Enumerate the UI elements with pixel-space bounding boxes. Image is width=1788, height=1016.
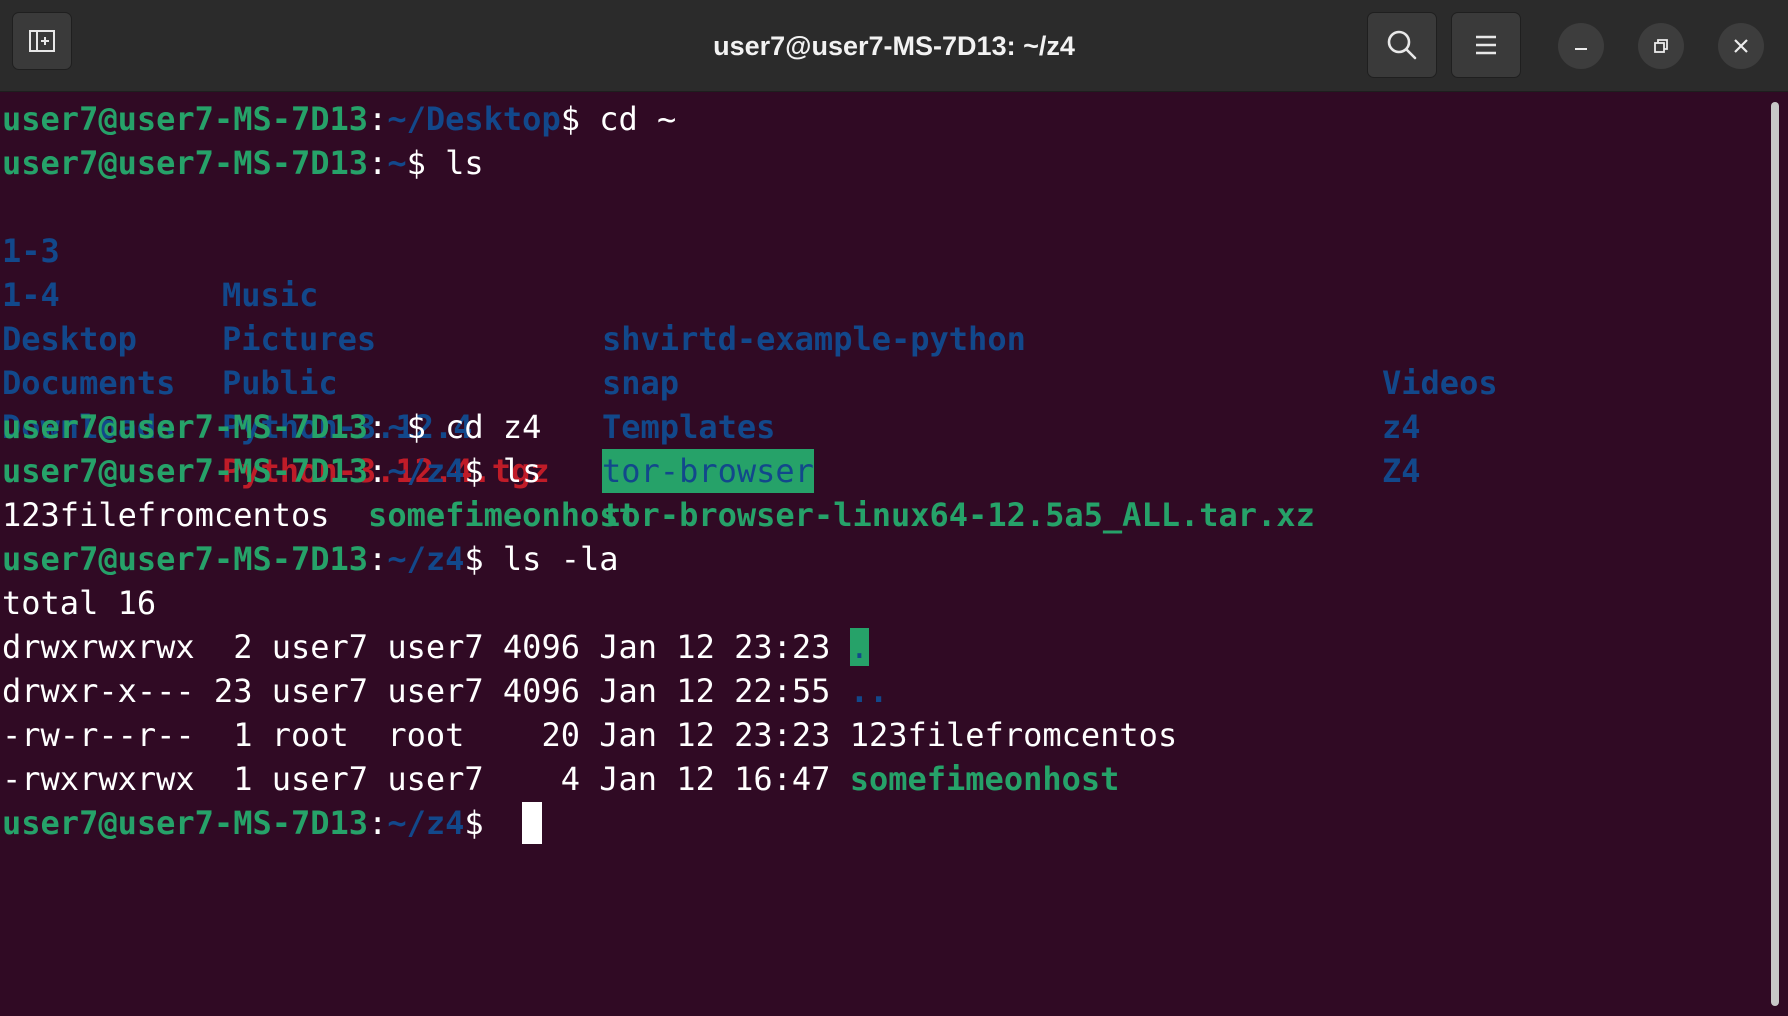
prompt-line: user7@user7-MS-7D13:~$ ls xyxy=(2,144,484,182)
executable-entry: somefimeonhost xyxy=(849,760,1120,798)
scrollbar[interactable] xyxy=(1766,92,1788,1016)
dir-entry-highlighted: . xyxy=(849,628,869,666)
prompt-line: user7@user7-MS-7D13:~/z4$ ls xyxy=(2,452,542,490)
hamburger-menu-icon xyxy=(1476,35,1496,55)
prompt-line: user7@user7-MS-7D13:~/z4$ ls -la xyxy=(2,540,619,578)
close-button[interactable] xyxy=(1718,23,1764,69)
dir-entry: shvirtd-example-python xyxy=(602,320,1026,358)
prompt-user-host: user7@user7-MS-7D13 xyxy=(2,804,369,842)
command-text: cd z4 xyxy=(425,408,542,446)
scrollbar-thumb[interactable] xyxy=(1771,102,1779,1006)
dir-entry: Videos xyxy=(1382,364,1498,402)
dir-entry: Music xyxy=(222,276,319,314)
minimize-button[interactable] xyxy=(1558,23,1604,69)
prompt-user-host: user7@user7-MS-7D13 xyxy=(2,408,369,446)
minimize-icon xyxy=(1575,48,1587,50)
ls-row: 123filefromcentos somefimeonhost xyxy=(2,493,638,537)
dir-entry-highlighted: tor-browser xyxy=(602,449,814,493)
prompt-path: ~/Desktop xyxy=(387,100,561,138)
ls-la-row: drwxr-x--- 23 user7 user7 4096 Jan 12 22… xyxy=(2,672,889,710)
dir-entry: Z4 xyxy=(1382,452,1421,490)
command-text: ls xyxy=(425,144,484,182)
ls-row: Documents Python-3.12.4 tor-browser xyxy=(2,317,814,493)
dir-entry: .. xyxy=(849,672,889,710)
prompt-line: user7@user7-MS-7D13:~/Desktop$ cd ~ xyxy=(2,100,677,138)
executable-entry: tor-browser-linux64-12.5a5_ALL.tar.xz xyxy=(602,496,1315,534)
prompt-path: ~/z4 xyxy=(387,540,465,578)
ls-la-row: -rwxrwxrwx 1 user7 user7 4 Jan 12 16:47 … xyxy=(2,760,1120,798)
dir-entry: snap xyxy=(602,364,680,402)
dir-entry: Public xyxy=(222,364,338,402)
command-text: cd ~ xyxy=(579,100,677,138)
search-icon xyxy=(1387,30,1417,60)
ls-la-row: drwxrwxrwx 2 user7 user7 4096 Jan 12 23:… xyxy=(2,628,869,666)
executable-entry: somefimeonhost xyxy=(368,496,638,534)
prompt-path: ~/z4 xyxy=(387,452,465,490)
menu-button[interactable] xyxy=(1451,12,1521,78)
title-bar: user7@user7-MS-7D13: ~/z4 xyxy=(0,0,1788,92)
prompt-user-host: user7@user7-MS-7D13 xyxy=(2,100,369,138)
ls-row: Downloads Python-3.12.4.tgz tor-browser-… xyxy=(2,361,1315,534)
ls-la-row: -rw-r--r-- 1 root root 20 Jan 12 23:23 1… xyxy=(2,716,1178,754)
prompt-path: ~ xyxy=(387,408,407,446)
prompt-path: ~/z4 xyxy=(387,804,465,842)
prompt-user-host: user7@user7-MS-7D13 xyxy=(2,144,369,182)
new-tab-button[interactable] xyxy=(12,12,72,70)
prompt-user-host: user7@user7-MS-7D13 xyxy=(2,540,369,578)
command-text: ls -la xyxy=(483,540,619,578)
close-icon xyxy=(1734,39,1748,53)
ls-row: Desktop Public Templates Z4 xyxy=(2,273,1421,490)
restore-icon xyxy=(1654,39,1668,53)
file-entry: 123filefromcentos xyxy=(849,716,1178,754)
file-entry: 123filefromcentos xyxy=(2,496,330,534)
ls-row: 1-3 Music shvirtd-example-python Videos xyxy=(2,185,1498,402)
new-tab-icon xyxy=(29,30,55,52)
ls-row: 1-4 Pictures snap z4 xyxy=(2,229,1421,446)
search-button[interactable] xyxy=(1367,12,1437,78)
prompt-path: ~ xyxy=(387,144,407,182)
dir-entry: Pictures xyxy=(222,320,377,358)
prompt-line: user7@user7-MS-7D13:~$ cd z4 xyxy=(2,408,542,446)
command-text: ls xyxy=(483,452,542,490)
prompt-line-current: user7@user7-MS-7D13:~/z4$ xyxy=(2,804,484,842)
text-cursor xyxy=(522,802,542,844)
prompt-user-host: user7@user7-MS-7D13 xyxy=(2,452,369,490)
dir-entry: Templates xyxy=(602,408,776,446)
restore-button[interactable] xyxy=(1638,23,1684,69)
dir-entry: z4 xyxy=(1382,408,1421,446)
terminal-output[interactable]: user7@user7-MS-7D13:~/Desktop$ cd ~ user… xyxy=(0,92,1766,1016)
total-line: total 16 xyxy=(2,584,157,622)
